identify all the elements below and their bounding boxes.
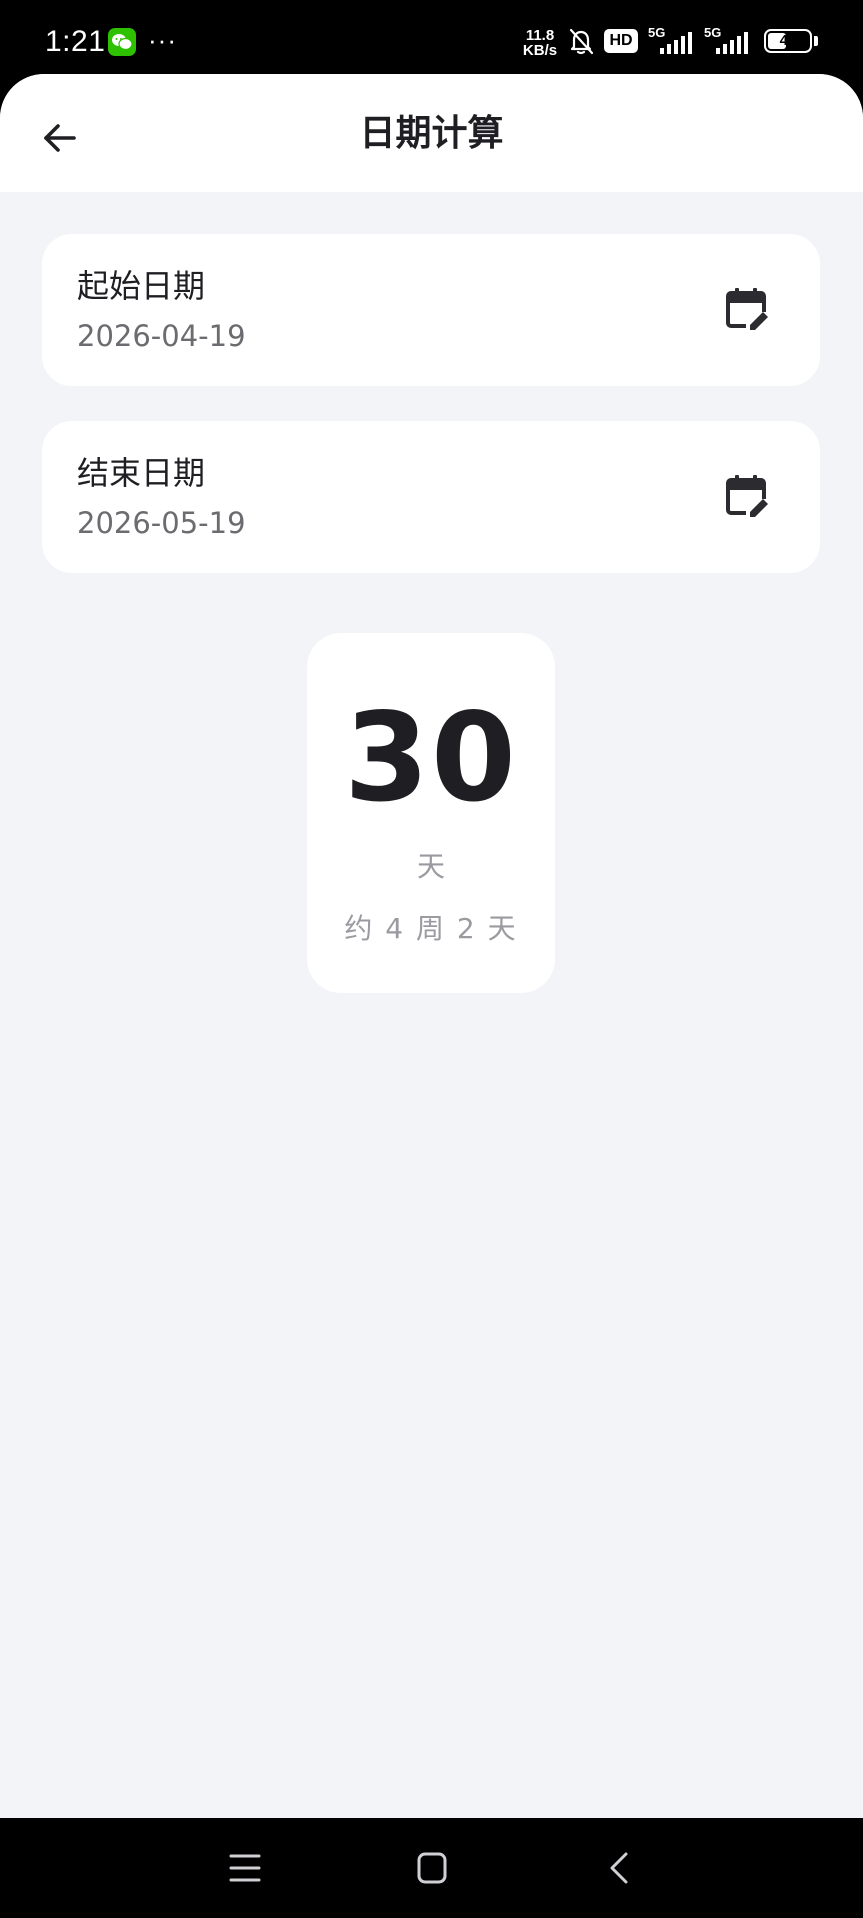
start-date-label: 起始日期 [77, 267, 206, 305]
start-date-value: 2026-04-19 [77, 319, 246, 353]
hd-icon: HD [604, 29, 638, 53]
network-speed-unit: KB/s [522, 42, 558, 59]
end-date-card[interactable]: 结束日期 2026-05-19 [42, 421, 820, 573]
home-button[interactable] [402, 1842, 462, 1894]
nav-back-button[interactable] [590, 1842, 650, 1894]
bell-mute-icon [566, 26, 596, 60]
result-unit: 天 [416, 850, 445, 883]
start-date-card[interactable]: 起始日期 2026-04-19 [42, 234, 820, 386]
battery-icon: 46 [764, 29, 812, 53]
menu-button[interactable] [215, 1842, 275, 1894]
app-window: 日期计算 起始日期 2026-04-19 结束日期 2026-05-19 30 … [0, 74, 863, 1818]
signal-5g-icon: 5G [648, 26, 698, 56]
navigation-bar [0, 1818, 863, 1918]
battery-level: 46 [779, 32, 797, 49]
calendar-edit-icon[interactable] [724, 473, 772, 521]
status-bar: 1:21 ··· 11.8 KB/s HD 5G 5G 46 [0, 0, 863, 74]
more-notifications-icon: ··· [148, 25, 177, 55]
wechat-icon [108, 28, 136, 56]
battery-cap [814, 36, 818, 46]
result-card: 30 天 约 4 周 2 天 [307, 633, 555, 993]
end-date-value: 2026-05-19 [77, 506, 246, 540]
menu-icon [229, 1854, 261, 1882]
signal-5g-icon: 5G [704, 26, 754, 56]
status-time: 1:21 [45, 25, 106, 58]
page-title: 日期计算 [359, 113, 504, 154]
back-icon [610, 1852, 628, 1884]
network-speed-value: 11.8 [525, 27, 555, 44]
network-speed: 11.8 KB/s [520, 28, 560, 58]
calendar-edit-icon[interactable] [724, 286, 772, 334]
result-days: 30 [344, 687, 518, 829]
app-header: 日期计算 [0, 74, 863, 192]
end-date-label: 结束日期 [77, 454, 206, 492]
home-icon [417, 1852, 447, 1884]
result-weeks: 约 4 周 2 天 [344, 912, 518, 945]
